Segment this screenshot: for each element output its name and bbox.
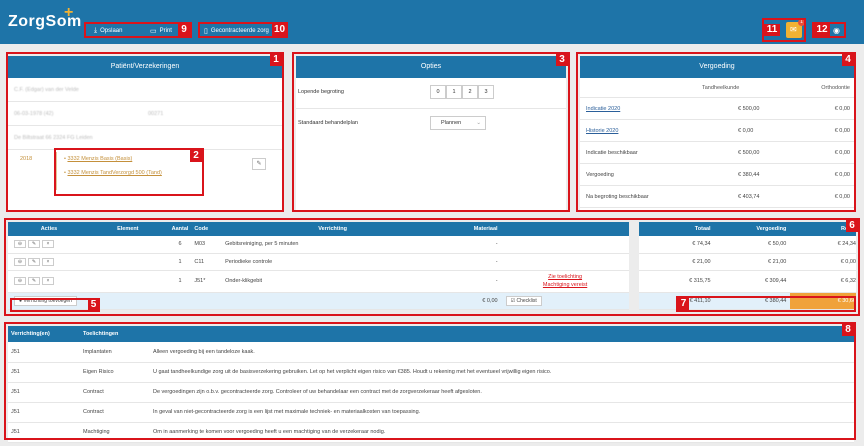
highlight-box [10, 298, 100, 312]
highlight-box [4, 322, 856, 440]
marker-badge: 4 [842, 54, 854, 66]
marker-badge: 7 [678, 298, 689, 310]
marker-badge: 12 [814, 24, 830, 36]
marker-badge: 5 [88, 299, 99, 311]
marker-badge: 2 [190, 150, 202, 162]
marker-badge: 9 [178, 24, 190, 36]
marker-badge: 8 [842, 324, 854, 336]
marker-badge: 6 [846, 220, 858, 232]
marker-badge: 3 [556, 54, 568, 66]
highlight-box [292, 52, 570, 212]
highlight-box [84, 22, 192, 38]
marker-badge: 1 [270, 54, 282, 66]
logo: ZorgSom + [8, 4, 82, 30]
highlight-box [676, 296, 856, 312]
highlight-box [54, 148, 204, 196]
marker-badge: 11 [764, 24, 780, 36]
highlight-box [576, 52, 856, 212]
marker-badge: 10 [272, 24, 287, 36]
